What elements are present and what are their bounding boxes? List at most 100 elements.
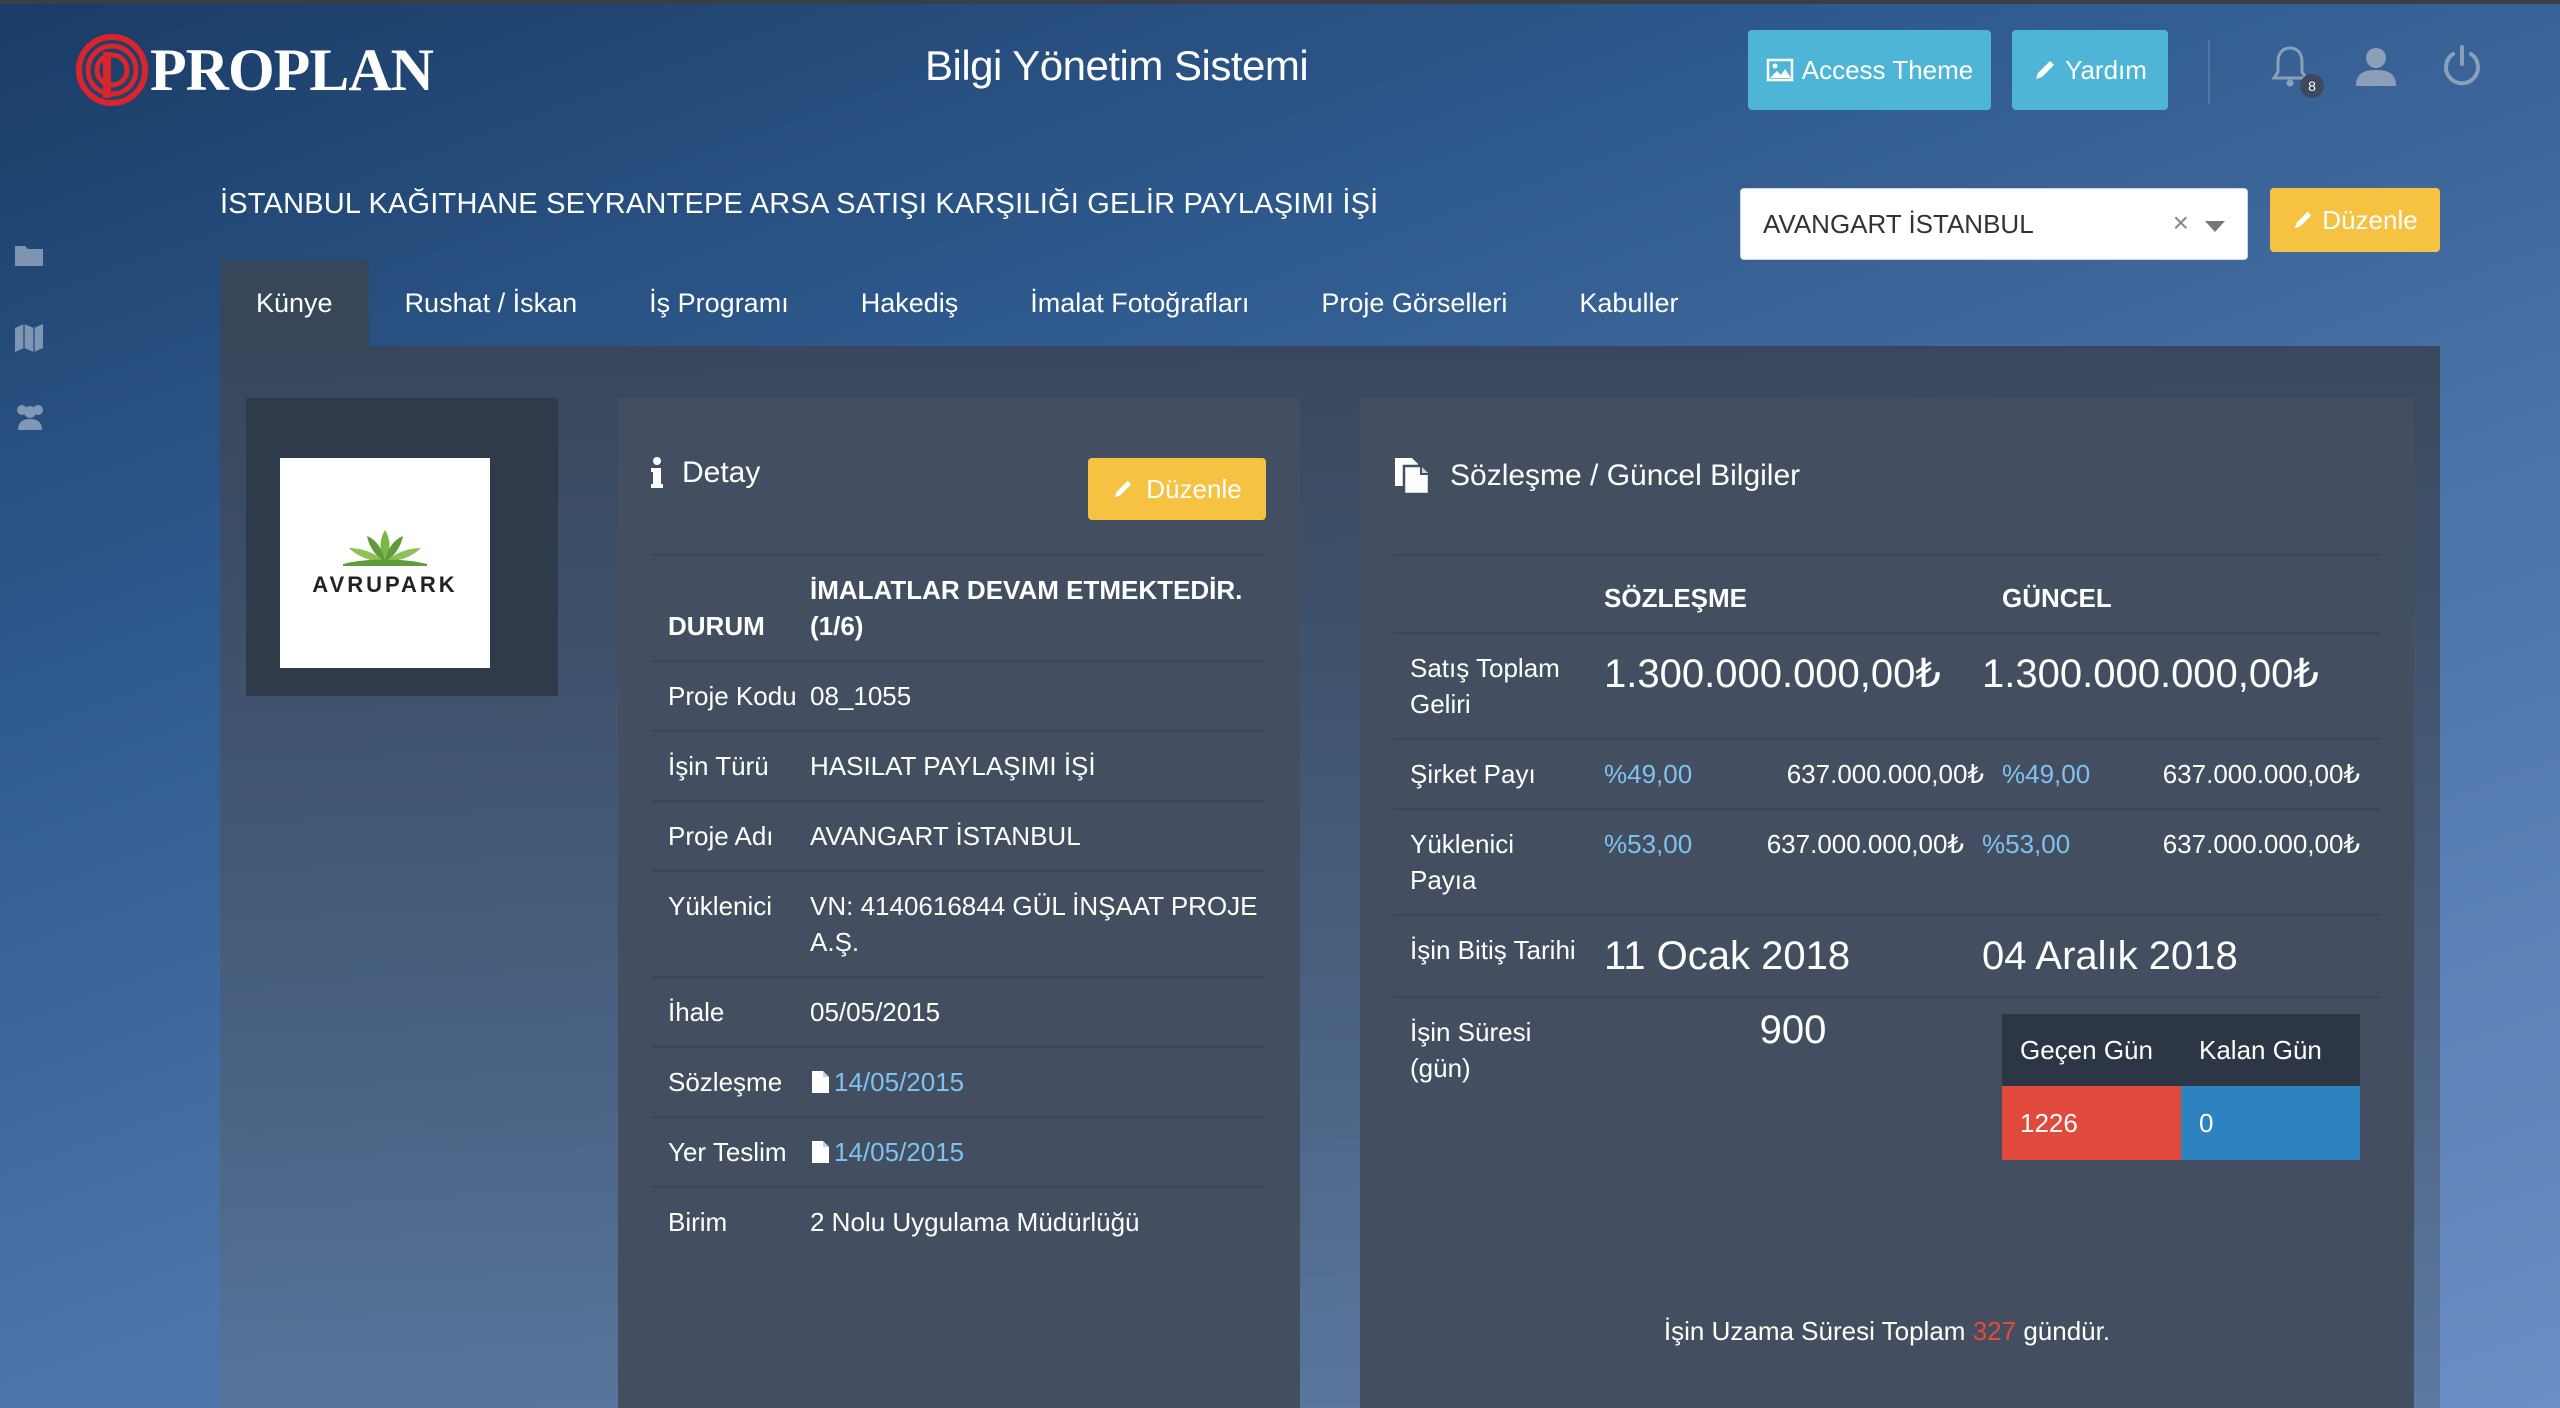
company-share-pct-current: %49,00 xyxy=(2002,759,2091,789)
end-date-contract: 11 Ocak 2018 xyxy=(1604,934,1851,978)
detail-value: 14/05/2015 xyxy=(810,1064,1266,1100)
sales-total-current: 1.300.000.000,00₺ xyxy=(1982,652,2319,696)
detail-key: Sözleşme xyxy=(668,1067,783,1097)
header-divider xyxy=(2208,40,2210,104)
pencil-icon xyxy=(2036,61,2055,79)
edit-project-label: Düzenle xyxy=(2322,204,2418,235)
logo-brand-text: AVRUPARK xyxy=(312,572,458,597)
contractor-share-amt-contract: 637.000.000,00₺ xyxy=(1766,829,1964,859)
avrupark-logo: AVRUPARK xyxy=(280,458,490,668)
user-icon[interactable] xyxy=(2354,44,2402,92)
proplan-logo[interactable]: PROPLAN xyxy=(76,34,434,106)
help-label: Yardım xyxy=(2065,54,2147,85)
table-row: Sözleşme 14/05/2015 xyxy=(652,1046,1266,1116)
empty-header-cell xyxy=(1394,556,1604,632)
table-header-row: SÖZLEŞME GÜNCEL xyxy=(1394,554,2380,632)
power-icon[interactable] xyxy=(2440,44,2488,92)
tab-rushat-iskan[interactable]: Rushat / İskan xyxy=(369,260,614,346)
image-icon xyxy=(1766,58,1793,82)
detail-value: 08_1055 xyxy=(810,681,912,711)
column-header-current: GÜNCEL xyxy=(2002,583,2112,613)
elapsed-days-value: 1226 xyxy=(2002,1086,2181,1160)
company-share-amt-current: 637.000.000,00₺ xyxy=(2162,759,2360,789)
tab-kabuller[interactable]: Kabuller xyxy=(1543,260,1714,346)
detail-table: DURUM İMALATLAR DEVAM ETMEKTEDİR. (1/6) … xyxy=(652,554,1266,1256)
detail-key: Proje Adı xyxy=(668,821,774,851)
contractor-share-amt-current: 637.000.000,00₺ xyxy=(2162,829,2360,859)
detail-value: 2 Nolu Uygulama Müdürlüğü xyxy=(810,1207,1140,1237)
folder-icon[interactable] xyxy=(14,242,46,274)
extension-prefix: İşin Uzama Süresi Toplam xyxy=(1663,1316,1966,1346)
app-title: Bilgi Yönetim Sistemi xyxy=(925,42,1309,89)
table-row: Yer Teslim 14/05/2015 xyxy=(652,1116,1266,1186)
detail-value: VN: 4140616844 GÜL İNŞAAT PROJE A.Ş. xyxy=(810,891,1258,957)
copy-document-icon xyxy=(1395,458,1431,496)
chevron-down-icon[interactable] xyxy=(2205,221,2225,232)
contractor-share-contract: %53,00 637.000.000,00₺ xyxy=(1584,810,1982,914)
table-row: Yüklenici Payıa %53,00 637.000.000,00₺ %… xyxy=(1394,808,2380,914)
detail-value: İMALATLAR DEVAM ETMEKTEDİR. (1/6) xyxy=(810,575,1243,641)
table-row: Yüklenici VN: 4140616844 GÜL İNŞAAT PROJ… xyxy=(652,870,1266,976)
column-header-contract: SÖZLEŞME xyxy=(1604,583,1748,613)
users-icon[interactable] xyxy=(14,402,46,434)
detail-key: İşin Türü xyxy=(668,751,769,781)
remaining-days-value: 0 xyxy=(2181,1086,2360,1160)
detail-heading-text: Detay xyxy=(682,456,761,489)
project-select[interactable]: AVANGART İSTANBUL × xyxy=(1740,188,2248,260)
info-icon xyxy=(651,457,663,488)
detail-value: HASILAT PAYLAŞIMI İŞİ xyxy=(810,751,1096,781)
sales-total-label: Satış Toplam Geliri xyxy=(1410,653,1560,719)
detail-key: Birim xyxy=(668,1207,728,1237)
extension-suffix: gündür. xyxy=(2023,1316,2111,1346)
contractor-share-label: Yüklenici Payıa xyxy=(1410,829,1515,895)
detail-key: Yüklenici xyxy=(668,891,773,921)
end-date-current: 04 Aralık 2018 xyxy=(1982,934,2238,978)
tab-bar: Künye Rushat / İskan İş Programı Hakediş… xyxy=(220,260,1714,346)
detail-key: Proje Kodu xyxy=(668,681,797,711)
remaining-days-header: Kalan Gün xyxy=(2181,1014,2360,1086)
file-icon xyxy=(812,1141,829,1163)
table-row: Şirket Payı %49,00 637.000.000,00₺ %49,0… xyxy=(1394,738,2380,808)
tab-hakedis[interactable]: Hakediş xyxy=(825,260,995,346)
duration-label: İşin Süresi (gün) xyxy=(1410,1017,1532,1083)
tab-kunye[interactable]: Künye xyxy=(220,260,369,346)
elapsed-days-header: Geçen Gün xyxy=(2002,1014,2181,1086)
company-share-label: Şirket Payı xyxy=(1410,759,1536,789)
help-button[interactable]: Yardım xyxy=(2012,30,2168,110)
clear-icon[interactable]: × xyxy=(2173,207,2189,239)
table-row: DURUM İMALATLAR DEVAM ETMEKTEDİR. (1/6) xyxy=(652,554,1266,660)
tab-imalat-fotograflari[interactable]: İmalat Fotoğrafları xyxy=(994,260,1285,346)
table-row: Proje Kodu 08_1055 xyxy=(652,660,1266,730)
end-date-label: İşin Bitiş Tarihi xyxy=(1410,935,1576,965)
extension-note: İşin Uzama Süresi Toplam 327 gündür. xyxy=(1360,1316,2414,1347)
site-delivery-document-link[interactable]: 14/05/2015 xyxy=(834,1137,964,1167)
project-select-value: AVANGART İSTANBUL xyxy=(1763,208,2034,239)
table-row: İşin Türü HASILAT PAYLAŞIMI İŞİ xyxy=(652,730,1266,800)
company-share-amt-contract: 637.000.000,00₺ xyxy=(1786,759,1984,789)
detail-key: DURUM xyxy=(668,611,765,641)
contractor-share-current: %53,00 637.000.000,00₺ xyxy=(1982,810,2380,914)
access-theme-button[interactable]: Access Theme xyxy=(1748,30,1991,110)
window-top-border xyxy=(0,0,2560,4)
contract-document-link[interactable]: 14/05/2015 xyxy=(834,1067,964,1097)
contract-heading-text: Sözleşme / Güncel Bilgiler xyxy=(1450,459,1801,492)
tab-proje-gorselleri[interactable]: Proje Görselleri xyxy=(1285,260,1543,346)
company-share-current: %49,00 637.000.000,00₺ xyxy=(2002,740,2380,808)
contract-table: SÖZLEŞME GÜNCEL Satış Toplam Geliri 1.30… xyxy=(1394,554,2380,1176)
map-icon[interactable] xyxy=(14,322,46,354)
project-title: İSTANBUL KAĞITHANE SEYRANTEPE ARSA SATIŞ… xyxy=(220,188,1379,220)
logo-text: PROPLAN xyxy=(150,36,434,103)
edit-detail-button[interactable]: Düzenle xyxy=(1088,458,1266,520)
detail-panel: Detay Düzenle DURUM İMALATLAR DEVAM ETME… xyxy=(618,398,1300,1408)
company-share-pct-contract: %49,00 xyxy=(1604,759,1693,789)
file-icon xyxy=(812,1071,829,1093)
days-grid: Geçen Gün Kalan Gün 1226 0 xyxy=(2002,1014,2360,1160)
sales-total-contract: 1.300.000.000,00₺ xyxy=(1604,652,1941,696)
edit-detail-label: Düzenle xyxy=(1146,473,1242,504)
contract-panel: Sözleşme / Güncel Bilgiler SÖZLEŞME GÜNC… xyxy=(1360,398,2414,1408)
detail-key: Yer Teslim xyxy=(668,1137,787,1167)
table-row: Proje Adı AVANGART İSTANBUL xyxy=(652,800,1266,870)
edit-project-button[interactable]: Düzenle xyxy=(2270,188,2440,252)
pencil-icon xyxy=(1115,480,1132,498)
tab-is-programi[interactable]: İş Programı xyxy=(613,260,825,346)
